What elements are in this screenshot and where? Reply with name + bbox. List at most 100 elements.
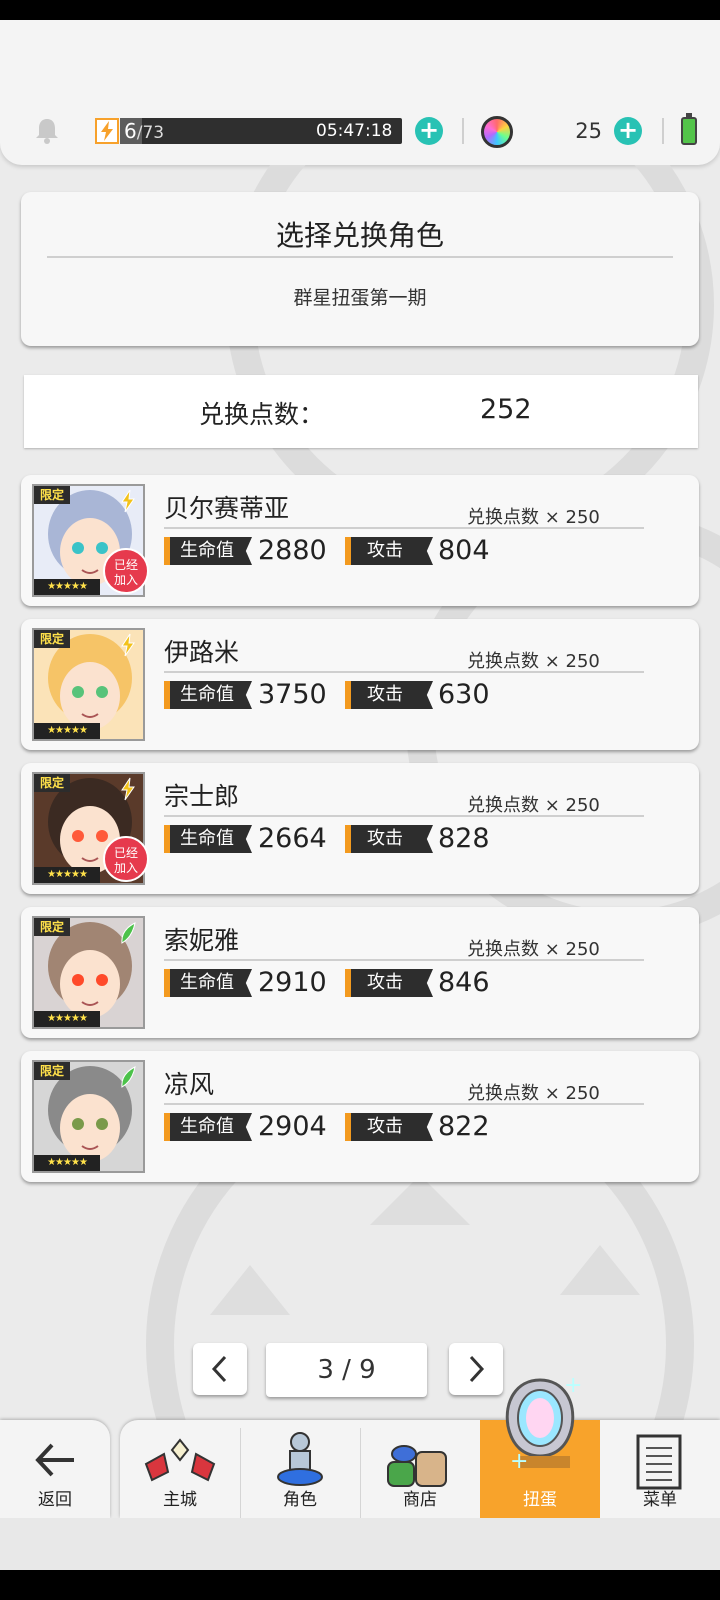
hp-value: 2664 [258,823,327,854]
bell-icon[interactable] [34,116,60,144]
hp-label: 生命值 [164,537,252,565]
battery-icon [681,117,697,145]
title-divider [47,256,673,258]
add-gems-button[interactable]: + [614,117,642,145]
shop-bag-icon [387,1445,447,1487]
gem-icon [481,116,513,148]
character-card[interactable]: 限定 ★★★★★ 已经 加入 贝尔赛蒂亚 兑换点数 × 250 生命值 2880 攻击 804 [21,475,699,606]
star-rating: ★★★★★ [34,1011,100,1027]
tab-label: 主城 [163,1490,197,1510]
name-divider [164,527,644,529]
tab-menu[interactable]: 菜单 [600,1420,720,1518]
character-card[interactable]: 限定 ★★★★★ 索妮雅 兑换点数 × 250 生命值 2910 攻击 846 [21,907,699,1038]
star-rating: ★★★★★ [34,723,100,739]
name-divider [164,959,644,961]
attack-label: 攻击 [345,681,433,709]
chevron-left-icon [211,1355,227,1383]
tab-gacha[interactable]: + + 扭蛋 [480,1373,600,1518]
stamina-timer: 05:47:18 [316,121,393,141]
character-name: 凉风 [164,1070,215,1099]
attack-value: 822 [438,1111,490,1142]
stamina-count: 6/73 [124,119,165,143]
wind-element-icon [117,1065,139,1089]
joined-badge-label: 已经 加入 [113,558,138,587]
tab-characters[interactable]: 角色 [240,1420,360,1518]
hp-value: 3750 [258,679,327,710]
attack-value: 630 [438,679,490,710]
limited-badge: 限定 [34,1062,70,1080]
lightning-element-icon [117,489,139,513]
star-rating: ★★★★★ [34,867,100,883]
hp-label: 生命值 [164,825,252,853]
attack-label: 攻击 [345,1113,433,1141]
limited-badge: 限定 [34,774,70,792]
exchange-cost: 兑换点数 × 250 [467,651,600,672]
limited-badge: 限定 [34,630,70,648]
exchange-points-label: 兑换点数： [199,400,325,429]
back-label: 返回 [38,1490,72,1510]
character-card[interactable]: 限定 ★★★★★ 凉风 兑换点数 × 250 生命值 2904 攻击 822 [21,1051,699,1182]
joined-badge-label: 已经 加入 [113,846,138,875]
attack-label: 攻击 [345,825,433,853]
character-name: 索妮雅 [164,926,240,955]
hp-label: 生命值 [164,1113,252,1141]
star-rating: ★★★★★ [34,1155,100,1171]
tab-label: 扭蛋 [523,1490,557,1510]
menu-list-icon [636,1434,682,1490]
lightning-element-icon [117,633,139,657]
character-name: 贝尔赛蒂亚 [164,494,290,523]
exchange-cost: 兑换点数 × 250 [467,939,600,960]
exchange-points-box [24,375,698,448]
exchange-cost: 兑换点数 × 250 [467,795,600,816]
limited-badge: 限定 [34,486,70,504]
page-subtitle: 群星扭蛋第一期 [293,287,427,309]
name-divider [164,671,644,673]
attack-value: 804 [438,535,490,566]
back-button[interactable]: 返回 [0,1420,110,1518]
hp-value: 2880 [258,535,327,566]
attack-value: 846 [438,967,490,998]
svg-text:+: + [510,1449,528,1472]
name-divider [164,1103,644,1105]
hp-label: 生命值 [164,681,252,709]
character-card[interactable]: 限定 ★★★★★ 伊路米 兑换点数 × 250 生命值 3750 攻击 630 [21,619,699,750]
character-statue-icon [277,1432,323,1486]
page-title: 选择兑换角色 [275,219,444,252]
tab-main-city[interactable]: 主城 [120,1420,240,1518]
hp-label: 生命值 [164,969,252,997]
joined-badge: 已经 加入 [103,836,149,882]
attack-label: 攻击 [345,537,433,565]
bottom-strip [0,1518,720,1570]
character-card[interactable]: 限定 ★★★★★ 已经 加入 宗士郎 兑换点数 × 250 生命值 2664 攻击 828 [21,763,699,894]
hp-value: 2910 [258,967,327,998]
prev-page-button[interactable] [193,1343,247,1395]
limited-badge: 限定 [34,918,70,936]
lightning-icon [95,118,119,144]
wind-element-icon [117,921,139,945]
character-portrait: 限定 ★★★★★ [32,628,145,741]
star-rating: ★★★★★ [34,579,100,595]
header-divider [462,118,464,144]
attack-label: 攻击 [345,969,433,997]
exchange-points-value: 252 [480,394,532,425]
exchange-cost: 兑换点数 × 250 [467,1083,600,1104]
character-name: 伊路米 [164,638,240,667]
add-stamina-button[interactable]: + [415,117,443,145]
character-name: 宗士郎 [164,782,240,811]
character-portrait: 限定 ★★★★★ [32,1060,145,1173]
svg-text:+: + [564,1373,582,1398]
tab-label: 菜单 [643,1490,677,1510]
exchange-cost: 兑换点数 × 250 [467,507,600,528]
castle-icon [144,1438,216,1482]
gem-count: 25 [575,119,602,143]
system-status-bar [0,0,720,20]
hp-value: 2904 [258,1111,327,1142]
navigation-gesture-bar [0,1570,720,1600]
tab-label: 商店 [403,1490,437,1510]
attack-value: 828 [438,823,490,854]
tab-label: 角色 [283,1490,317,1510]
arrow-left-icon [35,1443,74,1477]
tab-shop[interactable]: 商店 [360,1420,480,1518]
character-portrait: 限定 ★★★★★ [32,916,145,1029]
header-divider [662,118,664,144]
